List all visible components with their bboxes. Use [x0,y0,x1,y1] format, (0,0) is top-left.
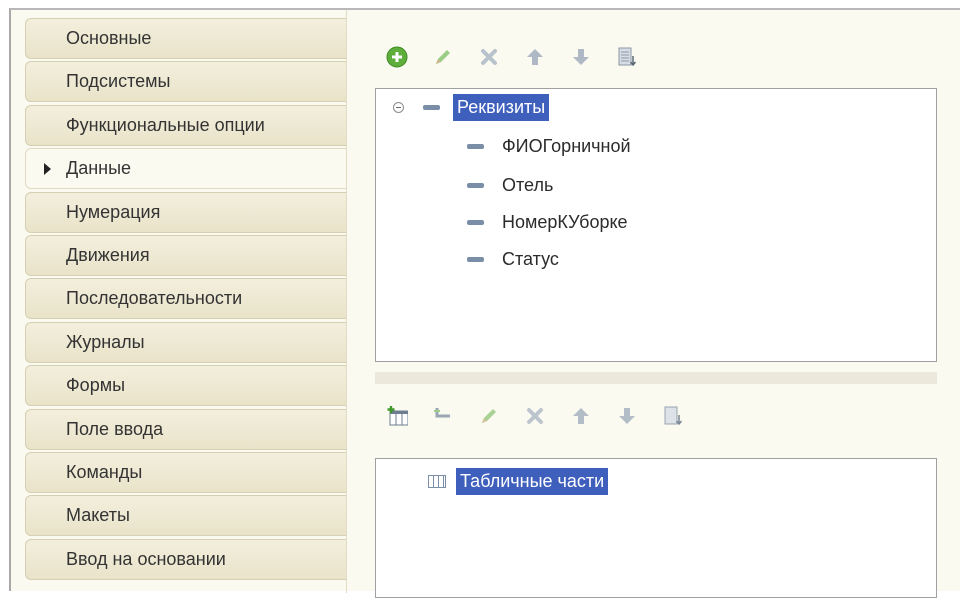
tree-item-label: Статус [502,248,559,269]
attribute-icon [467,256,484,262]
tab-subsystems[interactable]: Подсистемы [25,61,347,103]
tab-label: Функциональные опции [66,114,265,135]
tab-label: Данные [66,158,132,179]
tab-data[interactable]: Данные [25,148,347,190]
move-up-icon[interactable] [524,46,546,68]
move-down-icon[interactable] [616,405,638,427]
tree-item[interactable]: НомерКУборке [467,208,628,236]
tab-label: Ввод на основании [66,548,226,569]
tab-forms[interactable]: Формы [25,365,347,407]
sort-icon[interactable] [662,405,684,427]
tab-label: Поле ввода [66,418,164,439]
add-column-icon[interactable] [432,405,454,427]
edit-icon[interactable] [432,46,454,68]
tabular-parts-tree: Табличные части [375,458,937,598]
tab-numbering[interactable]: Нумерация [25,191,347,233]
attribute-icon [467,143,484,149]
collapse-icon[interactable] [393,101,404,113]
attribute-icon [467,182,484,188]
tab-commands[interactable]: Команды [25,451,347,493]
add-table-icon[interactable] [386,405,408,427]
tab-functional-options[interactable]: Функциональные опции [25,104,347,146]
tree-item-label: Отель [502,174,554,195]
tab-label: Последовательности [66,288,243,309]
attributes-tree: Реквизиты ФИОГорничной Отель НомерКУборк… [375,88,937,362]
table-icon [428,474,446,488]
move-down-icon[interactable] [570,46,592,68]
attribute-icon [423,104,440,110]
tab-label: Нумерация [66,201,161,222]
sort-icon[interactable] [616,46,638,68]
sidebar-tabs: Основные Подсистемы Функциональные опции… [25,18,347,582]
edit-icon[interactable] [478,405,500,427]
tab-main[interactable]: Основные [25,18,347,59]
tab-label: Команды [66,461,143,482]
move-up-icon[interactable] [570,405,592,427]
active-arrow-icon [44,163,51,176]
tab-label: Основные [66,28,152,48]
tab-input-field[interactable]: Поле ввода [25,408,347,450]
tab-label: Макеты [66,505,130,526]
tree-item-label: ФИОГорничной [502,135,631,156]
tab-templates[interactable]: Макеты [25,495,347,537]
tree-root-label: Табличные части [456,467,609,495]
tree-item[interactable]: Отель [467,171,553,199]
tab-label: Движения [66,244,150,265]
tabular-toolbar [386,405,708,427]
tab-label: Формы [66,375,126,396]
tab-label: Подсистемы [66,71,171,92]
tree-root-attributes[interactable]: Реквизиты [393,93,550,121]
tree-root-label: Реквизиты [453,93,550,121]
tree-item-label: НомерКУборке [502,211,628,232]
panel-splitter[interactable] [375,372,937,384]
attribute-icon [467,219,484,225]
tree-item[interactable]: ФИОГорничной [467,132,631,160]
add-icon[interactable] [386,46,408,68]
tab-movements[interactable]: Движения [25,234,347,276]
tab-journals[interactable]: Журналы [25,321,347,363]
tree-root-tabular-parts[interactable]: Табличные части [428,467,609,495]
tab-based-on[interactable]: Ввод на основании [25,538,347,580]
attributes-toolbar [386,46,662,68]
delete-icon[interactable] [524,405,546,427]
delete-icon[interactable] [478,46,500,68]
tab-label: Журналы [66,331,145,352]
tree-item[interactable]: Статус [467,245,559,273]
sidebar-divider [346,10,347,593]
tab-sequences[interactable]: Последовательности [25,278,347,320]
